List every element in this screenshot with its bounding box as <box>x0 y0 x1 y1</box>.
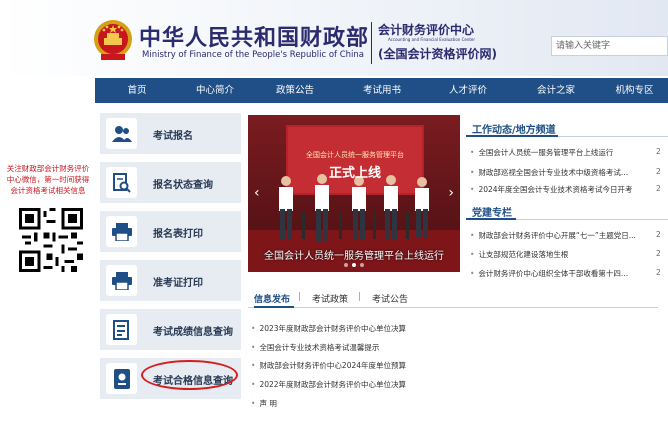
party-item[interactable]: 让支部规范化建设落地生根 <box>470 249 568 260</box>
news-carousel[interactable]: 全国会计人员统一服务管理平台 正式上线 全国会计人员统一服务管理平台上线运行 ‹… <box>248 115 460 272</box>
nav-about[interactable]: 中心简介 <box>179 78 251 103</box>
site-header: 中华人民共和国财政部 Ministry of Finance of the Pe… <box>0 0 668 76</box>
service-form-print[interactable]: 报名表打印 <box>100 211 241 252</box>
document-list-icon <box>106 314 137 345</box>
tab-separator: | <box>358 292 362 302</box>
service-list: 考试报名 报名状态查询 报名表打印 准考证打印 考试成绩信息查询 考试合格信息查… <box>100 113 241 407</box>
nav-institutions[interactable]: 机构专区 <box>601 78 668 103</box>
tab-exam-policy[interactable]: 考试政策 <box>312 292 348 305</box>
info-item[interactable]: 声 明 <box>251 398 276 409</box>
carousel-dot[interactable] <box>344 263 348 267</box>
nav-accounting-home[interactable]: 会计之家 <box>511 78 601 103</box>
certificate-icon <box>106 363 137 394</box>
wechat-notice: 关注财政部会计财务评价中心微信，第一时间获得会计资格考试相关信息 <box>6 164 90 195</box>
title-divider <box>371 22 372 64</box>
tab-separator: | <box>298 292 302 302</box>
main-nav: 首页 中心简介 政策公告 考试用书 人才评价 会计之家 机构专区 <box>95 78 668 103</box>
site-title: 中华人民共和国财政部 <box>139 26 370 51</box>
carousel-dot-active[interactable] <box>352 263 356 267</box>
tab-exam-notice[interactable]: 考试公告 <box>372 292 408 305</box>
banner-title: 正式上线 <box>328 166 381 181</box>
tab-info-release[interactable]: 信息发布 <box>254 292 290 305</box>
service-score-query[interactable]: 考试成绩信息查询 <box>100 309 241 350</box>
service-registration-status[interactable]: 报名状态查询 <box>100 162 241 203</box>
info-item[interactable]: 财政部会计财务评价中心2024年度单位预算 <box>251 360 406 371</box>
site-subtitle: (全国会计资格评价网) <box>378 47 497 61</box>
service-label: 报名状态查询 <box>153 180 213 191</box>
section-underline <box>466 218 516 220</box>
service-label: 考试成绩信息查询 <box>153 327 233 338</box>
search-input[interactable] <box>551 36 668 56</box>
chevron-right-icon[interactable]: › <box>448 185 454 201</box>
nav-books[interactable]: 考试用书 <box>339 78 425 103</box>
nav-home[interactable]: 首页 <box>95 78 179 103</box>
news-date: 2 <box>656 167 661 176</box>
news-date: 2 <box>656 147 661 156</box>
carousel-dot[interactable] <box>360 263 364 267</box>
info-tabs: 信息发布 | 考试政策 | 考试公告 <box>248 290 658 308</box>
center-name-english: Accounting and Financial Evaluation Cent… <box>388 37 476 42</box>
center-name: 会计财务评价中心 <box>378 23 475 37</box>
info-item[interactable]: 2023年度财政部会计财务评价中心单位决算 <box>251 323 406 334</box>
service-label: 考试合格信息查询 <box>153 376 233 387</box>
news-date: 2 <box>656 230 661 239</box>
nav-talent[interactable]: 人才评价 <box>425 78 511 103</box>
party-title[interactable]: 党建专栏 <box>472 204 512 219</box>
qr-code-icon <box>19 208 83 272</box>
news-date: 2 <box>656 268 661 277</box>
nav-policy[interactable]: 政策公告 <box>251 78 339 103</box>
info-item[interactable]: 全国会计专业技术资格考试温馨提示 <box>251 342 379 353</box>
party-item[interactable]: 会计财务评价中心组织全体干部收看第十四... <box>470 268 628 279</box>
work-news-item[interactable]: 2024年度全国会计专业技术资格考试今日开考 <box>470 184 632 195</box>
service-label: 准考证打印 <box>153 278 203 289</box>
carousel-dots <box>248 260 460 270</box>
info-item[interactable]: 2022年度财政部会计财务评价中心单位决算 <box>251 379 406 390</box>
users-icon <box>106 118 137 149</box>
service-qualification-query[interactable]: 考试合格信息查询 <box>100 358 241 399</box>
service-label: 报名表打印 <box>153 229 203 240</box>
chevron-left-icon[interactable]: ‹ <box>254 185 260 201</box>
document-search-icon <box>106 167 137 198</box>
news-date: 2 <box>656 249 661 258</box>
news-date: 2 <box>656 184 661 193</box>
work-news-item[interactable]: 财政部巡视全国会计专业技术中级资格考试... <box>470 167 628 178</box>
site-title-english: Ministry of Finance of the People's Repu… <box>142 50 365 60</box>
service-label: 考试报名 <box>153 131 193 142</box>
party-item[interactable]: 财政部会计财务评价中心开展“七一”主题党日... <box>470 230 635 241</box>
printer-icon <box>106 265 137 296</box>
section-underline <box>466 135 558 137</box>
banner-subtitle: 全国会计人员统一服务管理平台 <box>306 151 404 159</box>
national-emblem-icon <box>94 20 132 60</box>
service-admission-print[interactable]: 准考证打印 <box>100 260 241 301</box>
tab-active-underline <box>254 306 294 308</box>
work-news-item[interactable]: 全国会计人员统一服务管理平台上线运行 <box>470 147 613 158</box>
printer-icon <box>106 216 137 247</box>
service-exam-registration[interactable]: 考试报名 <box>100 113 241 154</box>
work-news-title[interactable]: 工作动态/地方频道 <box>472 121 556 136</box>
